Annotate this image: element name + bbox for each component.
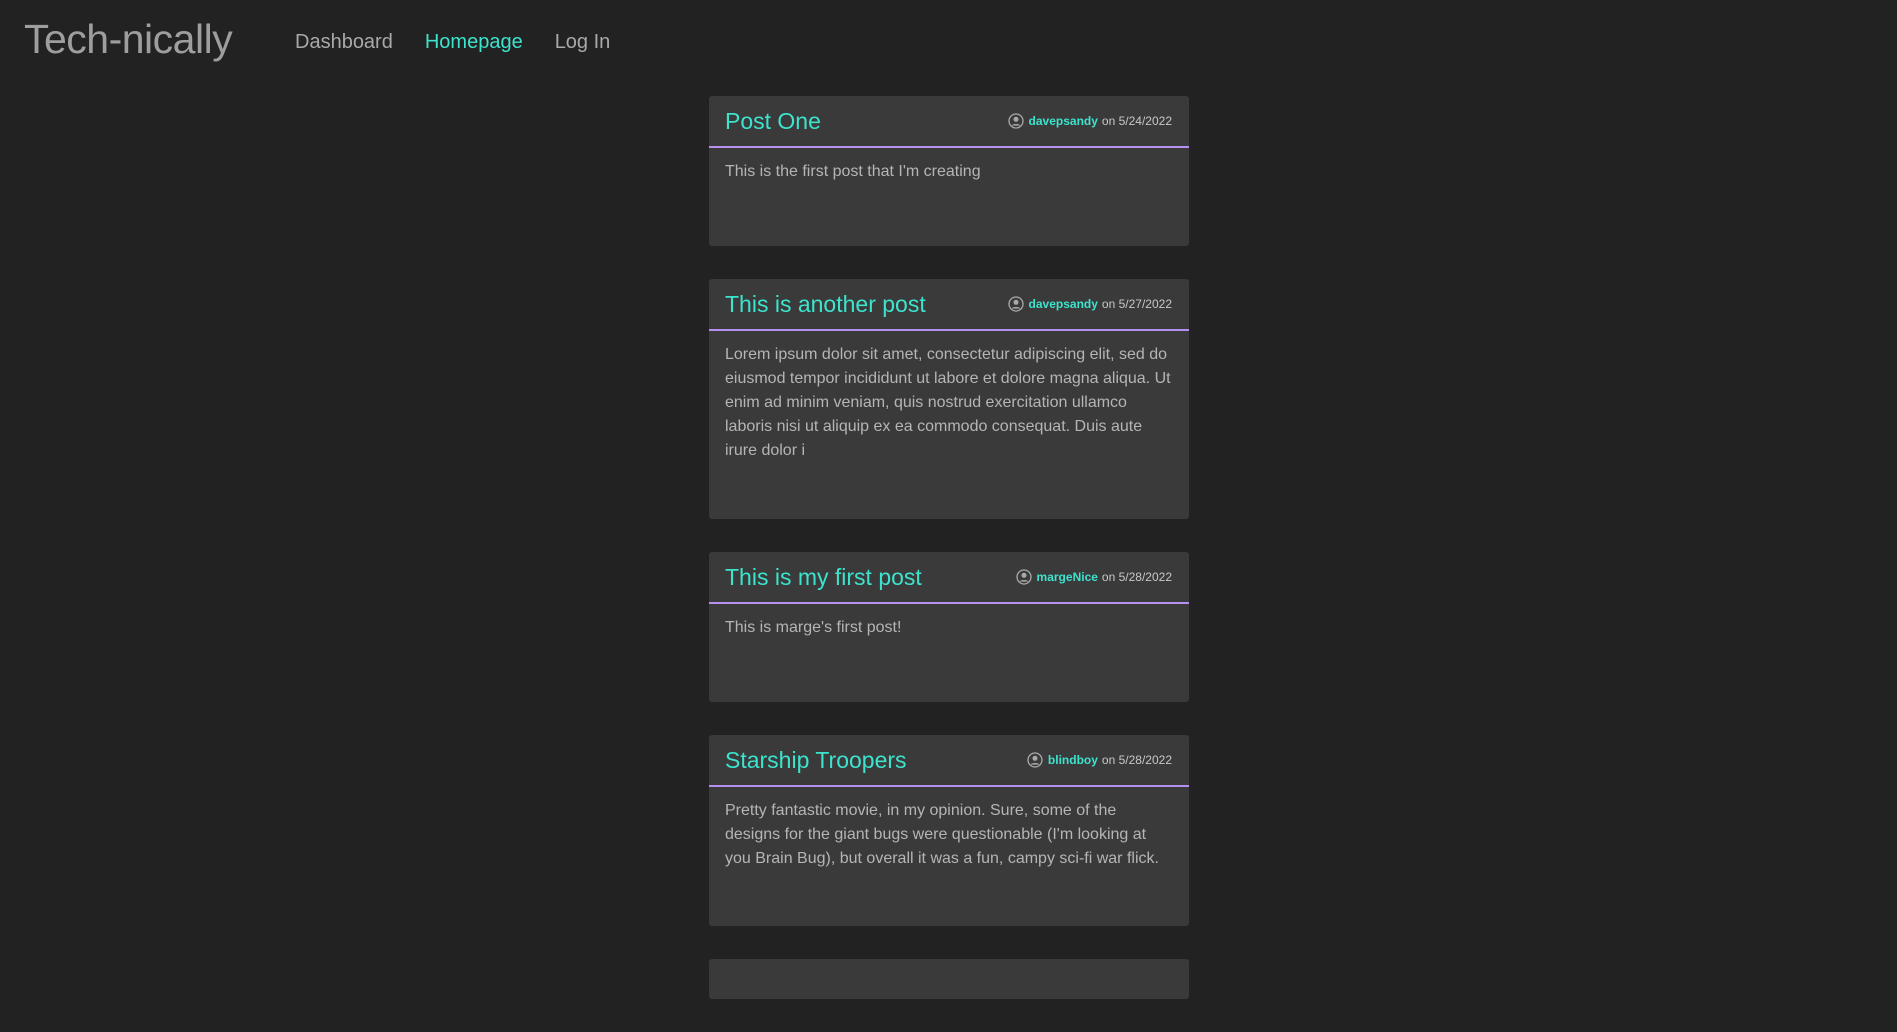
post-body: This is the first post that I'm creating [725,163,981,180]
post-title[interactable]: Post One [725,108,821,135]
post-title[interactable]: This is my first post [725,564,922,591]
post-card[interactable]: Starship Troopers blindboy on 5/28/2022 … [709,735,1189,926]
post-header: Post One davepsandy on 5/24/2022 [709,96,1189,148]
nav-links: Dashboard Homepage Log In [295,28,610,56]
post-body: Lorem ipsum dolor sit amet, consectetur … [725,346,1171,459]
nav-link-login[interactable]: Log In [555,28,611,56]
post-author[interactable]: blindboy [1048,753,1098,767]
post-author[interactable]: davepsandy [1029,114,1098,128]
user-circle-icon [1007,113,1024,129]
post-header: Starship Troopers blindboy on 5/28/2022 [709,735,1189,787]
post-header: This is my first post margeNice on 5/28/… [709,552,1189,604]
post-card[interactable]: This is my first post margeNice on 5/28/… [709,552,1189,702]
post-date: on 5/28/2022 [1101,570,1172,584]
post-date: on 5/24/2022 [1101,114,1172,128]
user-circle-icon [1007,296,1024,312]
post-date: on 5/27/2022 [1101,297,1172,311]
post-feed: Post One davepsandy on 5/24/2022 This is… [709,96,1189,1032]
post-meta: margeNice on 5/28/2022 [1015,569,1172,585]
post-card[interactable]: This is another post davepsandy on 5/27/… [709,279,1189,519]
post-meta: davepsandy on 5/24/2022 [1007,113,1172,129]
nav-link-homepage[interactable]: Homepage [425,28,523,56]
post-author[interactable]: davepsandy [1029,297,1098,311]
post-meta: blindboy on 5/28/2022 [1027,752,1172,768]
post-body: Pretty fantastic movie, in my opinion. S… [725,802,1159,867]
navbar: Tech-nically Dashboard Homepage Log In [0,0,1897,80]
post-title[interactable]: Starship Troopers [725,747,907,774]
post-title[interactable]: This is another post [725,291,926,318]
post-card-partial[interactable] [709,959,1189,999]
user-circle-icon [1015,569,1032,585]
brand-logo[interactable]: Tech-nically [24,14,233,64]
post-date: on 5/28/2022 [1101,753,1172,767]
post-header: This is another post davepsandy on 5/27/… [709,279,1189,331]
nav-link-dashboard[interactable]: Dashboard [295,28,393,56]
post-author[interactable]: margeNice [1037,570,1098,584]
post-meta: davepsandy on 5/27/2022 [1007,296,1172,312]
user-circle-icon [1027,752,1043,768]
post-card[interactable]: Post One davepsandy on 5/24/2022 This is… [709,96,1189,246]
post-body: This is marge's first post! [725,619,902,636]
